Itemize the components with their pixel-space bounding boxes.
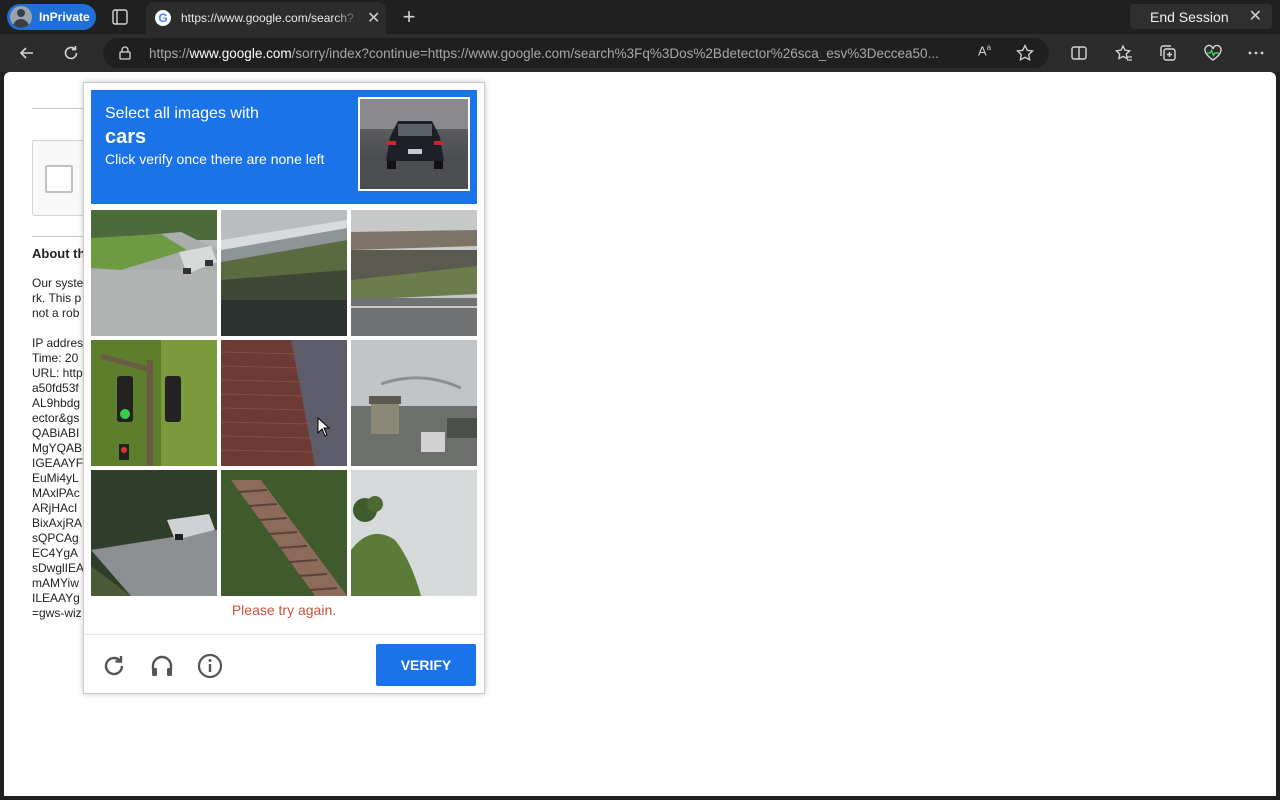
tile-outdoor-stairs[interactable] xyxy=(221,470,347,596)
profile-avatar-icon xyxy=(10,6,32,28)
error-message: Please try again. xyxy=(231,602,337,618)
browser-toolbar: https://www.google.com/sorry/index?conti… xyxy=(0,34,1280,72)
back-icon[interactable] xyxy=(16,42,38,64)
reload-challenge-icon[interactable] xyxy=(101,653,127,679)
tile-overpass-bridge[interactable] xyxy=(221,210,347,336)
favorite-star-icon[interactable] xyxy=(1015,43,1035,63)
tab-close-icon[interactable]: ✕ xyxy=(367,8,380,28)
challenge-header: Select all images with cars Click verify… xyxy=(91,90,477,204)
tab-title: https://www.google.com/search? xyxy=(181,11,354,25)
tab-actions-icon[interactable] xyxy=(110,7,130,27)
tile-traffic-light[interactable] xyxy=(91,340,217,466)
instruction-subtext: Click verify once there are none left xyxy=(105,151,325,167)
new-tab-icon[interactable]: + xyxy=(398,4,420,30)
mouse-cursor-icon xyxy=(317,417,331,437)
tile-street-corner-car[interactable] xyxy=(91,210,217,336)
help-info-icon[interactable] xyxy=(197,653,223,679)
tile-palm-trees[interactable] xyxy=(351,470,477,596)
tile-highway-underpass[interactable] xyxy=(351,210,477,336)
target-object: cars xyxy=(105,126,147,148)
read-aloud-icon[interactable]: Aa xyxy=(978,43,991,58)
tile-brick-wall[interactable] xyxy=(221,340,347,466)
split-screen-icon[interactable] xyxy=(1068,42,1090,64)
inprivate-badge[interactable]: InPrivate xyxy=(7,4,96,30)
address-bar[interactable]: https://www.google.com/sorry/index?conti… xyxy=(103,38,1049,68)
more-options-icon[interactable] xyxy=(1245,42,1267,64)
recaptcha-checkbox[interactable] xyxy=(45,165,73,193)
sample-car-image xyxy=(358,97,470,191)
tile-street-with-car[interactable] xyxy=(91,470,217,596)
refresh-icon[interactable] xyxy=(60,42,82,64)
tile-road-with-truck[interactable] xyxy=(351,340,477,466)
lock-icon[interactable] xyxy=(117,45,133,61)
verify-button[interactable]: VERIFY xyxy=(376,644,476,686)
collections-icon[interactable] xyxy=(1157,42,1179,64)
instruction-text: Select all images with xyxy=(105,105,259,122)
browser-tab-bar: InPrivate G https://www.google.com/searc… xyxy=(0,0,1280,34)
info-text: Our syste rk. This p not a rob IP addres… xyxy=(32,276,85,620)
audio-challenge-icon[interactable] xyxy=(149,653,175,679)
end-session-label: End Session xyxy=(1150,8,1229,25)
browser-essentials-icon[interactable] xyxy=(1202,42,1224,64)
inprivate-label: InPrivate xyxy=(39,10,90,24)
recaptcha-challenge: Select all images with cars Click verify… xyxy=(83,82,485,694)
section-heading: About th xyxy=(32,246,86,261)
active-tab[interactable]: G https://www.google.com/search? ✕ xyxy=(146,2,386,34)
google-favicon-icon: G xyxy=(155,10,171,26)
end-session-button[interactable]: End Session ✕ xyxy=(1130,4,1272,29)
favorites-icon[interactable] xyxy=(1113,42,1135,64)
close-icon[interactable]: ✕ xyxy=(1249,6,1262,26)
divider xyxy=(84,634,484,635)
url-text[interactable]: https://www.google.com/sorry/index?conti… xyxy=(149,46,969,61)
